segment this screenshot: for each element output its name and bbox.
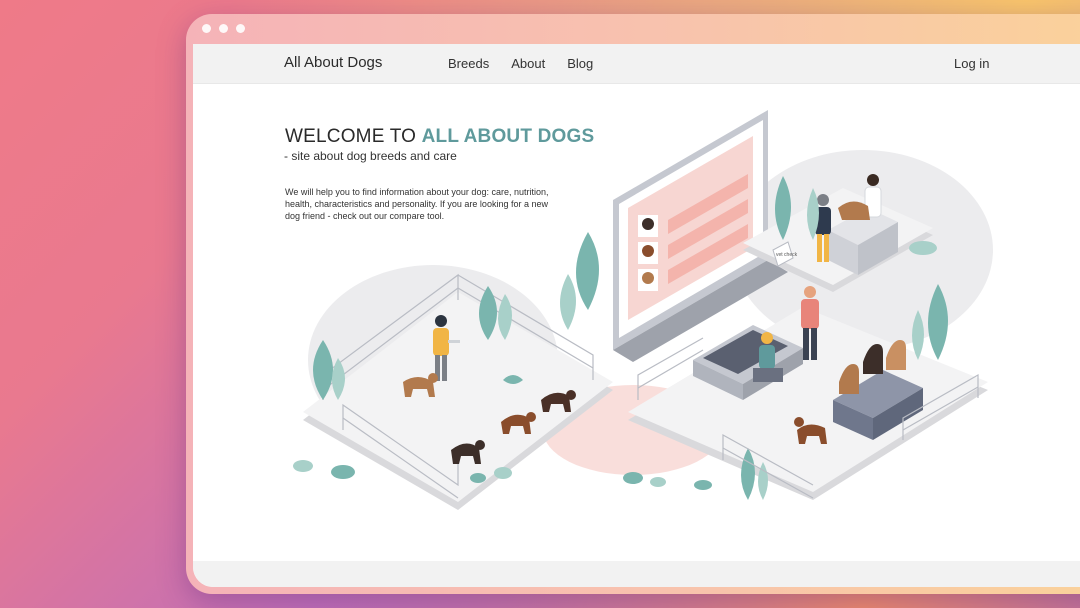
vet-check-sign: vet check bbox=[776, 252, 798, 258]
nav-link-breeds[interactable]: Breeds bbox=[448, 56, 489, 71]
site-header: All About Dogs Breeds About Blog Log in bbox=[193, 44, 1080, 84]
window-controls bbox=[202, 24, 245, 33]
login-link[interactable]: Log in bbox=[954, 56, 989, 71]
window-dot-minimize[interactable] bbox=[219, 24, 228, 33]
browser-window: All About Dogs Breeds About Blog Log in … bbox=[186, 14, 1080, 594]
nav-link-blog[interactable]: Blog bbox=[567, 56, 593, 71]
window-dot-close[interactable] bbox=[202, 24, 211, 33]
window-dot-maximize[interactable] bbox=[236, 24, 245, 33]
site-footer bbox=[193, 561, 1080, 587]
nav-link-about[interactable]: About bbox=[511, 56, 545, 71]
site-logo[interactable]: All About Dogs bbox=[284, 54, 382, 71]
hero-illustration: vet check bbox=[293, 110, 993, 510]
web-page: All About Dogs Breeds About Blog Log in … bbox=[193, 44, 1080, 587]
main-nav: Breeds About Blog bbox=[448, 56, 615, 71]
